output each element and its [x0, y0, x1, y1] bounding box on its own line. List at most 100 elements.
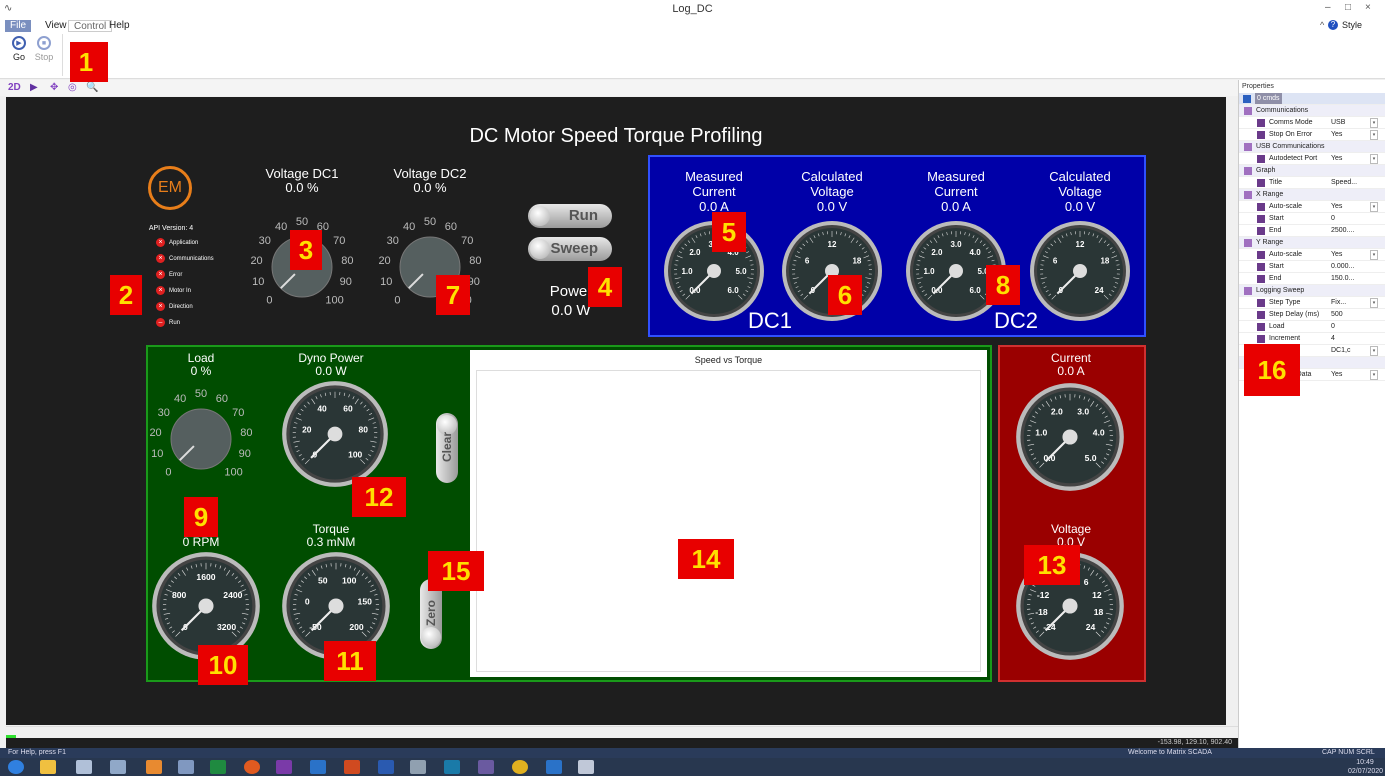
- load-value: 0 %: [190, 364, 212, 378]
- publisher-icon[interactable]: [444, 760, 460, 774]
- knob-tick-label: 10: [151, 448, 163, 460]
- folder-icon: [1244, 167, 1252, 175]
- property-row[interactable]: Stop On Error Yes ▾: [1239, 129, 1385, 141]
- property-section[interactable]: X Range: [1239, 189, 1385, 201]
- app-icon[interactable]: [178, 760, 194, 774]
- load-knob[interactable]: 0 10 20 30 40 50 60 70 80 90 100: [146, 379, 256, 489]
- pan-icon[interactable]: ✥: [50, 81, 58, 95]
- gauge-tick-label: 1.0: [1035, 428, 1047, 438]
- outlook-icon[interactable]: [546, 760, 562, 774]
- speed-torque-chart[interactable]: Speed vs Torque: [470, 350, 987, 677]
- toggle-knob: [530, 239, 550, 259]
- horizontal-scrollbar[interactable]: [6, 726, 1238, 745]
- panel-title: DC Motor Speed Torque Profiling: [469, 125, 763, 147]
- stop-button[interactable]: ■ Stop: [33, 36, 55, 62]
- app-icon[interactable]: [76, 760, 92, 774]
- property-value[interactable]: 2500....: [1331, 225, 1369, 236]
- property-value[interactable]: 150.0...: [1331, 273, 1369, 284]
- property-value[interactable]: Yes: [1331, 201, 1369, 212]
- property-value[interactable]: 0: [1331, 321, 1369, 332]
- run-toggle[interactable]: Run: [528, 204, 612, 228]
- property-value[interactable]: Yes: [1331, 369, 1369, 380]
- explorer-icon[interactable]: [40, 760, 56, 774]
- property-row[interactable]: Step Type Fix... ▾: [1239, 297, 1385, 309]
- dropdown-icon[interactable]: ▾: [1370, 130, 1378, 140]
- firefox-icon[interactable]: [244, 760, 260, 774]
- dropdown-icon[interactable]: ▾: [1370, 250, 1378, 260]
- property-section[interactable]: Communications: [1239, 105, 1385, 117]
- property-value[interactable]: 0: [1331, 213, 1369, 224]
- property-value[interactable]: Yes: [1331, 153, 1369, 164]
- help-icon[interactable]: ?: [1328, 20, 1338, 30]
- app-icon[interactable]: [146, 760, 162, 774]
- knob-tick-label: 0: [394, 295, 400, 307]
- minimize-icon[interactable]: –: [1325, 2, 1331, 13]
- window-title: Log_DC: [672, 3, 713, 15]
- property-row[interactable]: Load 0: [1239, 321, 1385, 333]
- dropdown-icon[interactable]: ▾: [1370, 154, 1378, 164]
- property-row[interactable]: Autodetect Port Yes ▾: [1239, 153, 1385, 165]
- dropdown-icon[interactable]: ▾: [1370, 370, 1378, 380]
- property-section[interactable]: USB Communications: [1239, 141, 1385, 153]
- outlook-icon[interactable]: [310, 760, 326, 774]
- property-section[interactable]: Logging Sweep: [1239, 285, 1385, 297]
- property-row[interactable]: Title Speed...: [1239, 177, 1385, 189]
- mode-2d-button[interactable]: 2D: [8, 81, 21, 95]
- dropdown-icon[interactable]: ▾: [1370, 202, 1378, 212]
- property-value[interactable]: 0.000...: [1331, 261, 1369, 272]
- knob-tick-label: 20: [250, 255, 262, 267]
- rotate-icon[interactable]: ◎: [68, 81, 77, 95]
- property-icon: [1257, 251, 1265, 259]
- property-section[interactable]: Y Range: [1239, 237, 1385, 249]
- property-row[interactable]: Start 0: [1239, 213, 1385, 225]
- object-icon: [1243, 95, 1251, 103]
- menu-view[interactable]: View: [40, 20, 72, 32]
- dropdown-icon[interactable]: ▾: [1370, 346, 1378, 356]
- property-row[interactable]: Comms Mode USB ▾: [1239, 117, 1385, 129]
- menu-file[interactable]: File: [5, 20, 32, 32]
- powerpoint-icon[interactable]: [344, 760, 360, 774]
- property-row[interactable]: End 150.0...: [1239, 273, 1385, 285]
- app-icon[interactable]: [110, 760, 126, 774]
- scada-icon[interactable]: [578, 760, 594, 774]
- gauge-tick-label: 2.0: [931, 248, 943, 257]
- property-section[interactable]: Graph: [1239, 165, 1385, 177]
- app-icon[interactable]: [478, 760, 494, 774]
- sweep-toggle[interactable]: Sweep: [528, 237, 612, 261]
- maximize-icon[interactable]: □: [1345, 2, 1351, 13]
- excel-icon[interactable]: [210, 760, 226, 774]
- property-value[interactable]: DC1,c: [1331, 345, 1369, 356]
- dropdown-icon[interactable]: ▾: [1370, 298, 1378, 308]
- paint-icon[interactable]: [410, 760, 426, 774]
- close-icon[interactable]: ×: [1365, 2, 1371, 13]
- property-value[interactable]: Fix...: [1331, 297, 1369, 308]
- go-button[interactable]: ▶ Go: [8, 36, 30, 62]
- current-gauge: 0.01.02.03.04.05.0: [1014, 381, 1126, 493]
- property-value[interactable]: 4: [1331, 333, 1369, 344]
- property-value[interactable]: USB: [1331, 117, 1369, 128]
- selected-item[interactable]: 0 cmds: [1239, 93, 1385, 105]
- collapse-icon[interactable]: ^: [1320, 20, 1324, 30]
- vertical-scrollbar[interactable]: [1226, 97, 1238, 725]
- property-row[interactable]: Start 0.000...: [1239, 261, 1385, 273]
- property-row[interactable]: Step Delay (ms) 500: [1239, 309, 1385, 321]
- property-row[interactable]: End 2500....: [1239, 225, 1385, 237]
- chrome-icon[interactable]: [512, 760, 528, 774]
- word-icon[interactable]: [378, 760, 394, 774]
- style-menu[interactable]: Style: [1342, 20, 1362, 30]
- property-value[interactable]: Yes: [1331, 249, 1369, 260]
- scada-canvas[interactable]: DC Motor Speed Torque Profiling EM API V…: [6, 42, 1226, 725]
- pointer-icon[interactable]: ▶: [30, 81, 38, 95]
- clear-toggle[interactable]: Clear: [436, 413, 458, 483]
- property-value[interactable]: Speed...: [1331, 177, 1369, 188]
- property-row[interactable]: Auto-scale Yes ▾: [1239, 249, 1385, 261]
- menu-help[interactable]: Help: [104, 20, 135, 32]
- property-row[interactable]: Auto-scale Yes ▾: [1239, 201, 1385, 213]
- property-value[interactable]: Yes: [1331, 129, 1369, 140]
- zoom-icon[interactable]: 🔍: [86, 81, 98, 95]
- property-value[interactable]: 500: [1331, 309, 1369, 320]
- start-icon[interactable]: [8, 760, 24, 774]
- property-icon: [1257, 323, 1265, 331]
- dropdown-icon[interactable]: ▾: [1370, 118, 1378, 128]
- onenote-icon[interactable]: [276, 760, 292, 774]
